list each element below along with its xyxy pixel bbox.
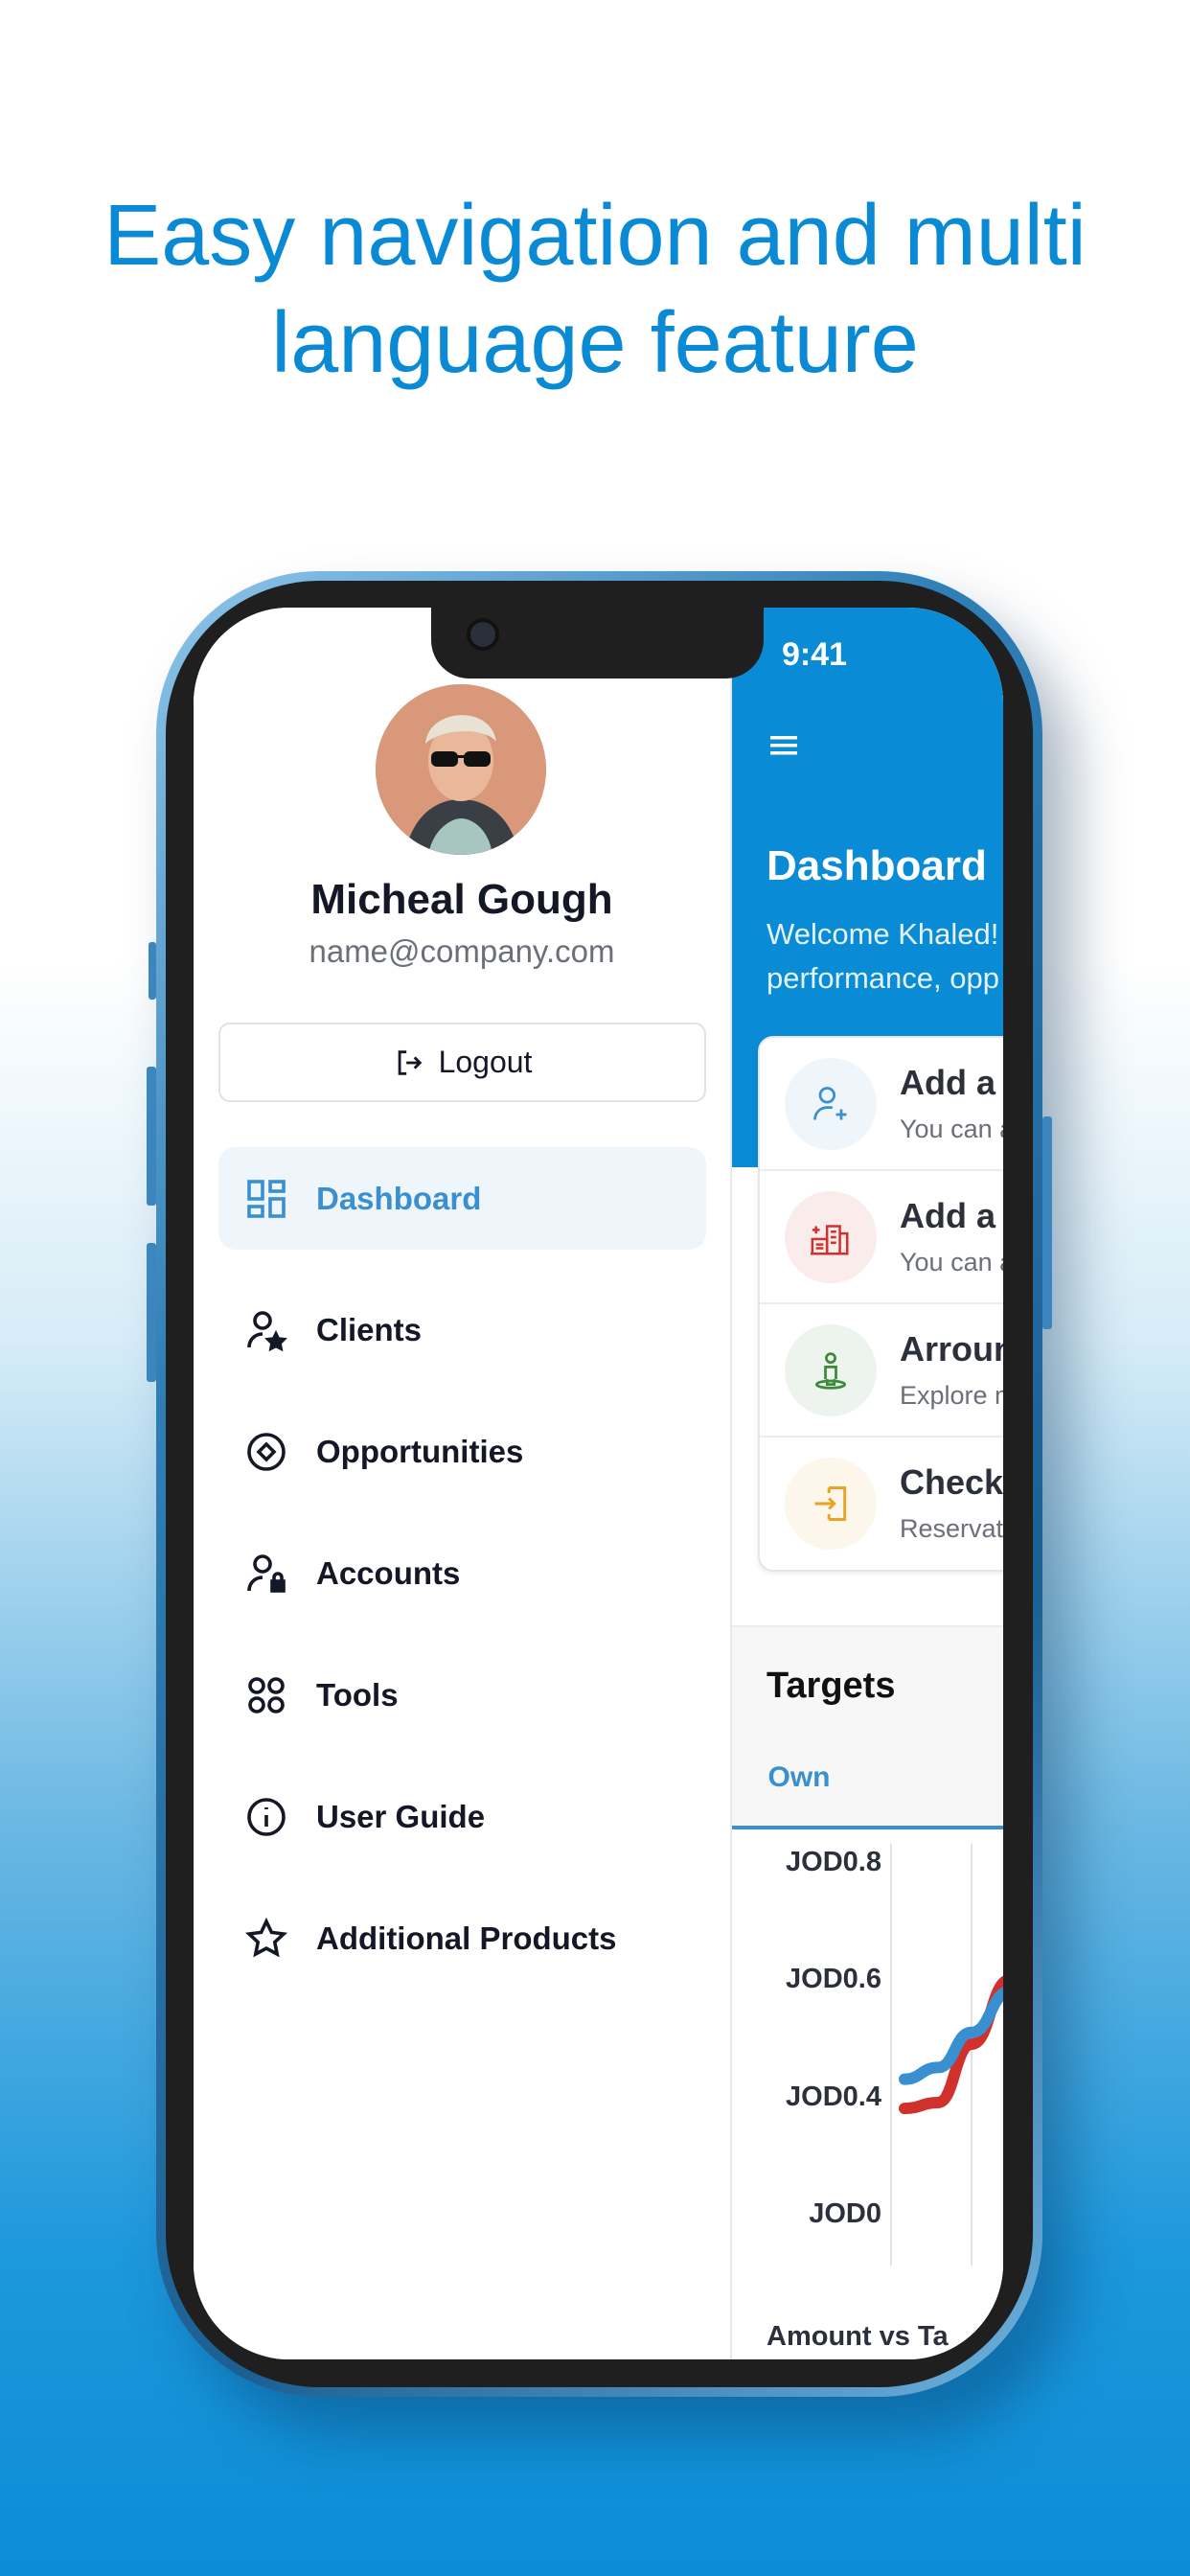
targets-chart: JOD0.8 JOD0.6 JOD0.4 JOD0: [732, 1844, 1003, 2294]
volume-down-button: [147, 1243, 156, 1382]
buildings-icon: [810, 1225, 849, 1255]
nav-item-accounts[interactable]: Accounts: [218, 1512, 706, 1634]
action-add-person[interactable]: Add a p You can a: [760, 1038, 1003, 1171]
nav-label: Opportunities: [316, 1433, 524, 1469]
user-plus-icon: [813, 1087, 847, 1120]
quick-actions-card: Add a p You can a Add a B You can a Arro…: [758, 1036, 1003, 1572]
nav-label: Clients: [316, 1311, 423, 1347]
action-around[interactable]: Arroun Explore m: [760, 1304, 1003, 1438]
action-subtitle: Explore m: [900, 1381, 1003, 1410]
nav-label: Tools: [316, 1676, 399, 1713]
nav-label: User Guide: [316, 1798, 486, 1834]
welcome-line-2: performance, opp: [767, 961, 999, 995]
logout-label: Logout: [438, 1045, 533, 1079]
mute-switch: [149, 942, 156, 1000]
logout-icon: [398, 1049, 422, 1075]
dashboard-panel: 9:41 Dashboard Welcome Khaled! performan…: [732, 608, 1003, 2359]
action-subtitle: Reservati: [900, 1514, 1003, 1543]
dashboard-title: Dashboard: [767, 842, 987, 889]
action-title: Add a p: [900, 1063, 1003, 1102]
info-icon: [247, 1797, 286, 1836]
nav-label: Dashboard: [316, 1180, 482, 1216]
user-lock-icon: [247, 1553, 286, 1593]
screen: Micheal Gough name@company.com Logout Da…: [194, 608, 1003, 2359]
welcome-line-1: Welcome Khaled!: [767, 917, 999, 951]
chart-title: Amount vs Ta: [767, 2321, 949, 2352]
dashboard-icon: [247, 1179, 286, 1218]
targets-title: Targets: [767, 1666, 896, 1706]
action-check[interactable]: Check Reservati: [760, 1438, 1003, 1571]
volume-up-button: [147, 1067, 156, 1206]
nav-item-additional-products[interactable]: Additional Products: [218, 1877, 706, 1999]
target-diamond-icon: [247, 1432, 286, 1471]
power-button: [1042, 1116, 1052, 1329]
headline: Easy navigation and multi language featu…: [0, 182, 1190, 397]
sign-in-icon: [814, 1486, 847, 1521]
tab-indicator: [732, 1826, 1003, 1829]
nav-item-clients[interactable]: Clients: [218, 1269, 706, 1391]
nav-menu: Dashboard Clients Opportunities Accounts…: [218, 1147, 706, 1999]
user-star-icon: [247, 1310, 287, 1351]
chart-plot: [890, 1844, 1003, 2266]
nav-item-dashboard[interactable]: Dashboard: [218, 1147, 706, 1250]
location-person-icon: [814, 1352, 847, 1390]
navigation-drawer: Micheal Gough name@company.com Logout Da…: [194, 608, 732, 2359]
nav-label: Additional Products: [316, 1920, 617, 1956]
user-name: Micheal Gough: [310, 876, 613, 923]
nav-item-user-guide[interactable]: User Guide: [218, 1756, 706, 1877]
star-icon: [244, 1917, 288, 1957]
nav-item-tools[interactable]: Tools: [218, 1634, 706, 1756]
user-email: name@company.com: [309, 933, 615, 969]
headline-line-2: language feature: [271, 295, 919, 391]
action-title: Arroun: [900, 1329, 1003, 1368]
nav-label: Accounts: [316, 1554, 461, 1591]
nav-item-opportunities[interactable]: Opportunities: [218, 1391, 706, 1512]
headline-line-1: Easy navigation and multi: [103, 188, 1087, 284]
status-time: 9:41: [782, 636, 848, 673]
logout-button[interactable]: Logout: [218, 1023, 706, 1102]
action-add-business[interactable]: Add a B You can a: [760, 1171, 1003, 1304]
tab-own[interactable]: Own: [732, 1761, 866, 1794]
targets-section: Targets Own: [732, 1625, 1003, 1829]
action-title: Check: [900, 1462, 1003, 1502]
action-subtitle: You can a: [900, 1115, 1003, 1143]
welcome-text: Welcome Khaled! performance, opp: [767, 912, 999, 1000]
avatar: [376, 684, 546, 855]
action-title: Add a B: [900, 1196, 1003, 1235]
camera: [467, 618, 499, 651]
hamburger-menu-icon[interactable]: [770, 734, 799, 757]
action-subtitle: You can a: [900, 1248, 1003, 1276]
four-circles-icon: [248, 1676, 285, 1714]
